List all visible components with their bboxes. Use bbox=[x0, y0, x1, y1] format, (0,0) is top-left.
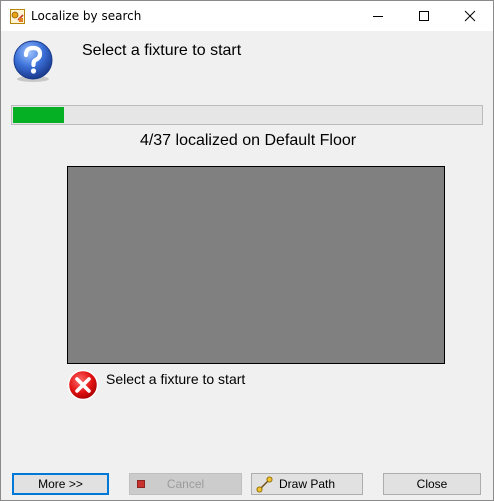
minimize-button[interactable] bbox=[355, 1, 401, 31]
error-icon bbox=[67, 369, 99, 401]
more-button-label: More >> bbox=[38, 477, 83, 491]
close-button[interactable]: Close bbox=[383, 473, 481, 495]
close-button-label: Close bbox=[416, 477, 448, 491]
cancel-button[interactable]: Cancel bbox=[129, 473, 242, 495]
close-window-button[interactable] bbox=[447, 1, 493, 31]
localization-status: 4/37 localized on Default Floor bbox=[139, 132, 357, 149]
more-button[interactable]: More >> bbox=[12, 473, 109, 495]
maximize-button[interactable] bbox=[401, 1, 447, 31]
draw-path-button[interactable]: Draw Path bbox=[251, 473, 363, 495]
maximize-icon bbox=[419, 11, 429, 21]
window-title: Localize by search bbox=[31, 9, 142, 23]
draw-path-button-label: Draw Path bbox=[278, 477, 336, 491]
path-icon bbox=[256, 476, 273, 493]
minimize-icon bbox=[373, 16, 383, 17]
stop-icon bbox=[137, 480, 145, 488]
title-bar[interactable]: Localize by search bbox=[1, 1, 493, 31]
localize-window: Localize by search Select a fixture to s… bbox=[0, 0, 494, 501]
error-message: Select a fixture to start bbox=[106, 371, 246, 387]
question-icon bbox=[13, 40, 53, 82]
localize-app-icon bbox=[10, 9, 25, 24]
localization-progress-bar bbox=[11, 105, 483, 125]
close-icon bbox=[464, 10, 476, 22]
cancel-button-label: Cancel bbox=[166, 477, 205, 491]
progress-fill bbox=[13, 107, 64, 123]
instruction-heading: Select a fixture to start bbox=[82, 42, 242, 59]
fixture-preview-panel bbox=[67, 166, 445, 364]
